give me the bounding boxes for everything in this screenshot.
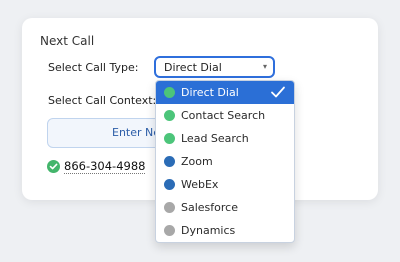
option-label: Contact Search	[181, 109, 266, 122]
chevron-down-icon: ▾	[262, 62, 267, 71]
next-call-title: Next Call	[40, 34, 95, 48]
phone-number[interactable]: 866-304-4988	[64, 159, 146, 174]
status-dot	[164, 110, 175, 121]
option-dynamics[interactable]: Dynamics	[156, 219, 294, 242]
option-salesforce[interactable]: Salesforce	[156, 196, 294, 219]
option-contact-search[interactable]: Contact Search	[156, 104, 294, 127]
option-webex[interactable]: WebEx	[156, 173, 294, 196]
option-lead-search[interactable]: Lead Search	[156, 127, 294, 150]
call-context-label: Select Call Context:	[48, 94, 157, 107]
check-circle-icon	[47, 160, 60, 173]
status-dot	[164, 133, 175, 144]
option-label: Salesforce	[181, 201, 238, 214]
status-dot	[164, 202, 175, 213]
check-icon	[270, 85, 286, 102]
call-type-select[interactable]: Direct Dial ▾	[154, 56, 275, 78]
status-dot	[164, 225, 175, 236]
option-label: Lead Search	[181, 132, 249, 145]
option-label: Direct Dial	[181, 86, 239, 99]
status-dot	[164, 179, 175, 190]
option-label: Zoom	[181, 155, 213, 168]
call-type-dropdown: Direct Dial Contact Search Lead Search Z…	[155, 80, 295, 243]
status-dot	[164, 156, 175, 167]
option-zoom[interactable]: Zoom	[156, 150, 294, 173]
call-type-label: Select Call Type:	[48, 61, 139, 74]
call-type-select-value: Direct Dial	[164, 61, 222, 74]
option-label: WebEx	[181, 178, 219, 191]
option-label: Dynamics	[181, 224, 236, 237]
option-direct-dial[interactable]: Direct Dial	[156, 81, 294, 104]
status-dot	[164, 87, 175, 98]
enter-number-button-label: Enter Ne	[112, 126, 161, 139]
